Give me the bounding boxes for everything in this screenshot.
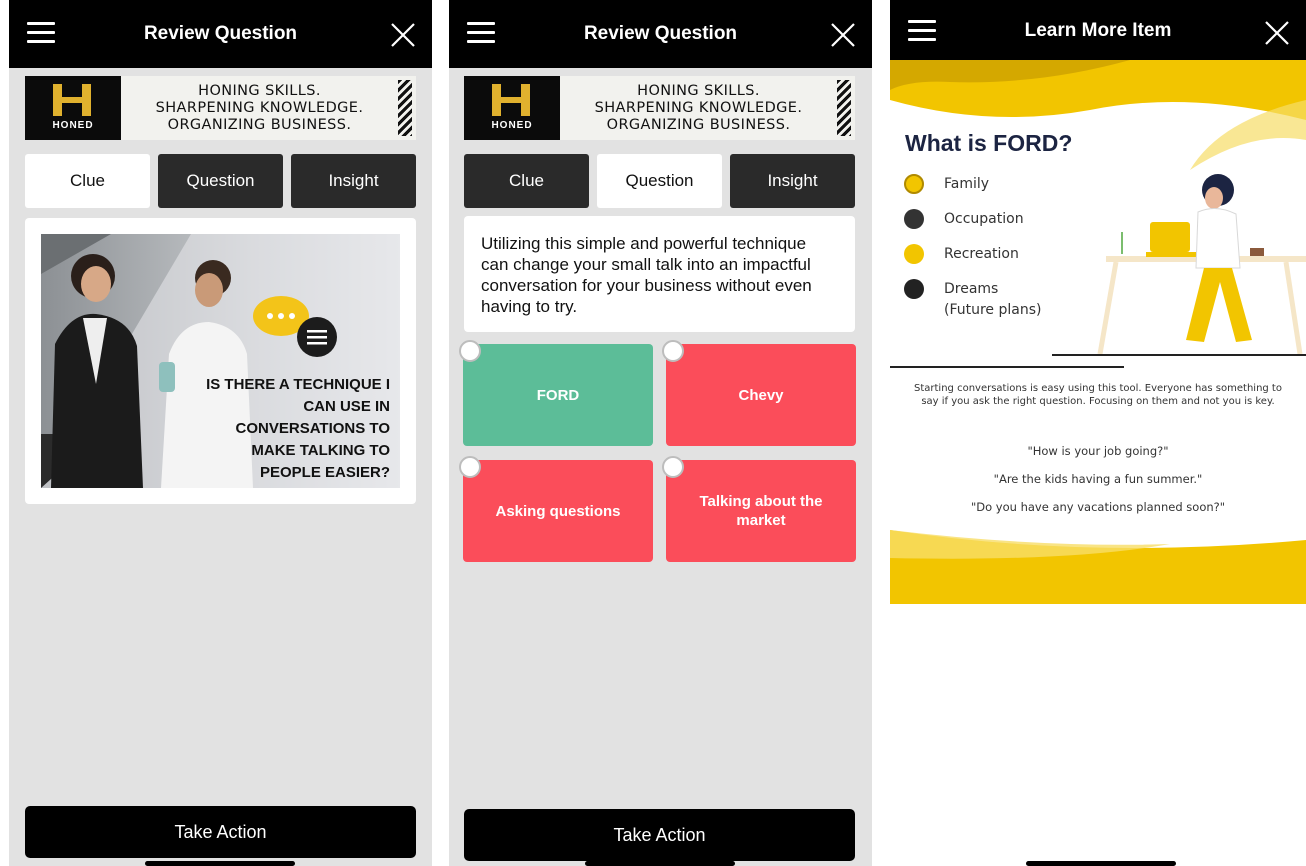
list-item: Dreams (Future plans) bbox=[904, 279, 1041, 321]
tab-insight[interactable]: Insight bbox=[291, 154, 416, 208]
tab-question[interactable]: Question bbox=[158, 154, 283, 208]
list-item: Occupation bbox=[904, 209, 1041, 230]
dreams-icon bbox=[904, 279, 924, 299]
clue-image: IS THERE A TECHNIQUE I CAN USE IN CONVER… bbox=[41, 234, 400, 488]
radio-button[interactable] bbox=[662, 456, 684, 478]
ford-list: Family Occupation Recreation Dreams (Fut… bbox=[904, 174, 1041, 335]
radio-button[interactable] bbox=[459, 456, 481, 478]
radio-button[interactable] bbox=[459, 340, 481, 362]
answer-option[interactable]: Talking about the market bbox=[662, 456, 856, 562]
learn-more-screen: Learn More Item What is FORD? Family Occ… bbox=[890, 0, 1306, 866]
tab-question[interactable]: Question bbox=[597, 154, 722, 208]
top-bar: Learn More Item bbox=[890, 0, 1306, 62]
home-indicator bbox=[585, 861, 735, 866]
family-icon bbox=[904, 174, 924, 194]
banner-stripes bbox=[398, 80, 412, 136]
top-bar: Review Question bbox=[449, 0, 872, 68]
answer-option[interactable]: FORD bbox=[459, 340, 653, 446]
divider-line bbox=[1052, 354, 1306, 356]
take-action-button[interactable]: Take Action bbox=[25, 806, 416, 858]
close-icon[interactable] bbox=[830, 22, 856, 48]
honed-logo: HONED bbox=[464, 76, 560, 140]
answer-option[interactable]: Asking questions bbox=[459, 456, 653, 562]
clue-image-text: IS THERE A TECHNIQUE I CAN USE IN CONVER… bbox=[206, 376, 390, 481]
menu-icon[interactable] bbox=[467, 22, 495, 44]
answer-grid: FORD Chevy Asking questions Talking abou… bbox=[459, 340, 857, 562]
honed-h-logo-icon bbox=[53, 84, 91, 116]
tab-clue[interactable]: Clue bbox=[25, 154, 150, 208]
learn-more-body: Starting conversations is easy using thi… bbox=[914, 383, 1282, 407]
screen-title: Review Question bbox=[143, 23, 298, 44]
honed-banner: HONED HONING SKILLS. SHARPENING KNOWLEDG… bbox=[464, 76, 855, 140]
close-icon[interactable] bbox=[390, 22, 416, 48]
screen-title: Learn More Item bbox=[1024, 20, 1172, 41]
divider-line bbox=[890, 366, 1124, 368]
banner-stripes bbox=[837, 80, 851, 136]
clue-card: IS THERE A TECHNIQUE I CAN USE IN CONVER… bbox=[25, 218, 416, 504]
list-item: Family bbox=[904, 174, 1041, 195]
home-indicator bbox=[145, 861, 295, 866]
honed-logo: HONED bbox=[25, 76, 121, 140]
honed-h-logo-icon bbox=[492, 84, 530, 116]
menu-icon[interactable] bbox=[908, 20, 936, 42]
tab-insight[interactable]: Insight bbox=[730, 154, 855, 208]
ford-heading: What is FORD? bbox=[905, 130, 1073, 156]
example-quote: "Are the kids having a fun summer." bbox=[993, 472, 1203, 486]
close-icon[interactable] bbox=[1264, 20, 1290, 46]
banner-slogan: HONING SKILLS. SHARPENING KNOWLEDGE. ORG… bbox=[155, 82, 364, 133]
question-text: Utilizing this simple and powerful techn… bbox=[481, 234, 812, 316]
question-screen: Review Question HONED HONING SKILLS. SHA… bbox=[449, 0, 872, 866]
example-quote: "How is your job going?" bbox=[1027, 444, 1169, 458]
example-quote: "Do you have any vacations planned soon?… bbox=[970, 500, 1226, 514]
clue-screen: Review Question HONED HONING SKILLS. SHA… bbox=[9, 0, 432, 866]
honed-banner: HONED HONING SKILLS. SHARPENING KNOWLEDG… bbox=[25, 76, 416, 140]
list-item: Recreation bbox=[904, 244, 1041, 265]
menu-icon[interactable] bbox=[27, 22, 55, 44]
occupation-icon bbox=[904, 209, 924, 229]
top-bar: Review Question bbox=[9, 0, 432, 68]
question-card: Utilizing this simple and powerful techn… bbox=[464, 216, 855, 332]
woman-at-laptop-illustration bbox=[1097, 174, 1306, 354]
banner-slogan: HONING SKILLS. SHARPENING KNOWLEDGE. ORG… bbox=[594, 82, 803, 133]
take-action-button[interactable]: Take Action bbox=[464, 809, 855, 861]
radio-button[interactable] bbox=[662, 340, 684, 362]
screen-title: Review Question bbox=[583, 23, 738, 44]
home-indicator bbox=[1026, 861, 1176, 866]
tab-bar: Clue Question Insight bbox=[464, 154, 855, 208]
tab-bar: Clue Question Insight bbox=[25, 154, 416, 208]
yellow-wave-bottom bbox=[890, 530, 1306, 604]
answer-option[interactable]: Chevy bbox=[662, 340, 856, 446]
tab-clue[interactable]: Clue bbox=[464, 154, 589, 208]
recreation-icon bbox=[904, 244, 924, 264]
